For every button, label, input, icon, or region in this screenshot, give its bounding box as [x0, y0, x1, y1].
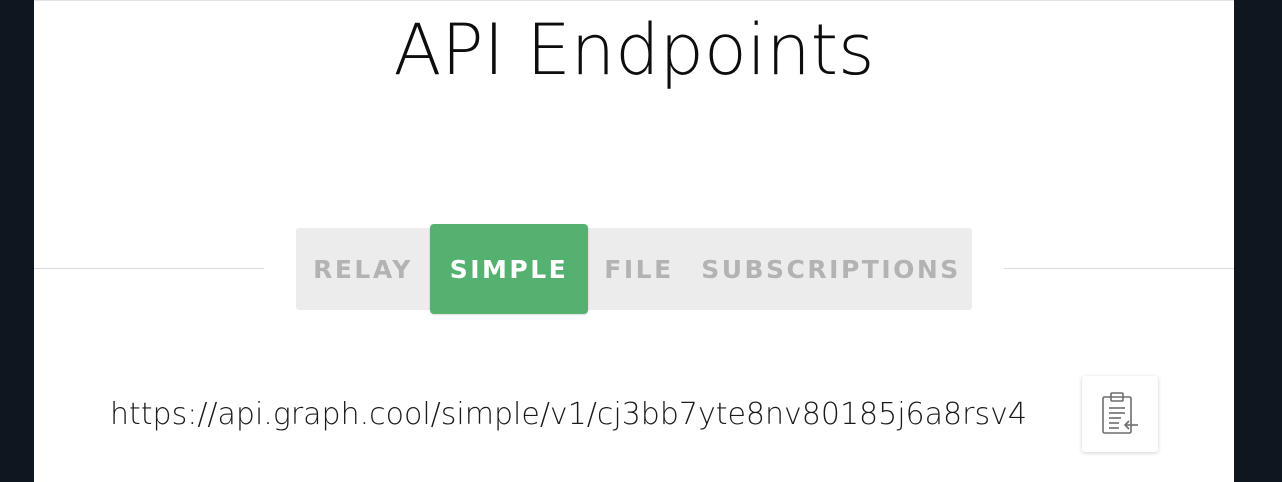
modal-title: API Endpoints [393, 9, 875, 91]
tab-relay[interactable]: RELAY [296, 228, 430, 310]
copy-endpoint-button[interactable] [1082, 376, 1158, 452]
tab-file[interactable]: FILE [588, 228, 690, 310]
clipboard-copy-icon [1100, 391, 1140, 437]
divider-right [1004, 268, 1234, 269]
modal-top-border [34, 0, 1234, 1]
divider-left [34, 268, 264, 269]
api-endpoints-modal: API Endpoints RELAY FILE SUBSCRIPTIONS S… [34, 0, 1234, 482]
page-backdrop-right [1234, 0, 1282, 482]
endpoint-type-tabs: RELAY FILE SUBSCRIPTIONS SIMPLE [296, 224, 972, 314]
page-backdrop-left [0, 0, 34, 482]
endpoint-url[interactable]: https://api.graph.cool/simple/v1/cj3bb7y… [110, 392, 1040, 438]
tab-subscriptions[interactable]: SUBSCRIPTIONS [690, 228, 972, 310]
tab-simple[interactable]: SIMPLE [430, 224, 588, 314]
